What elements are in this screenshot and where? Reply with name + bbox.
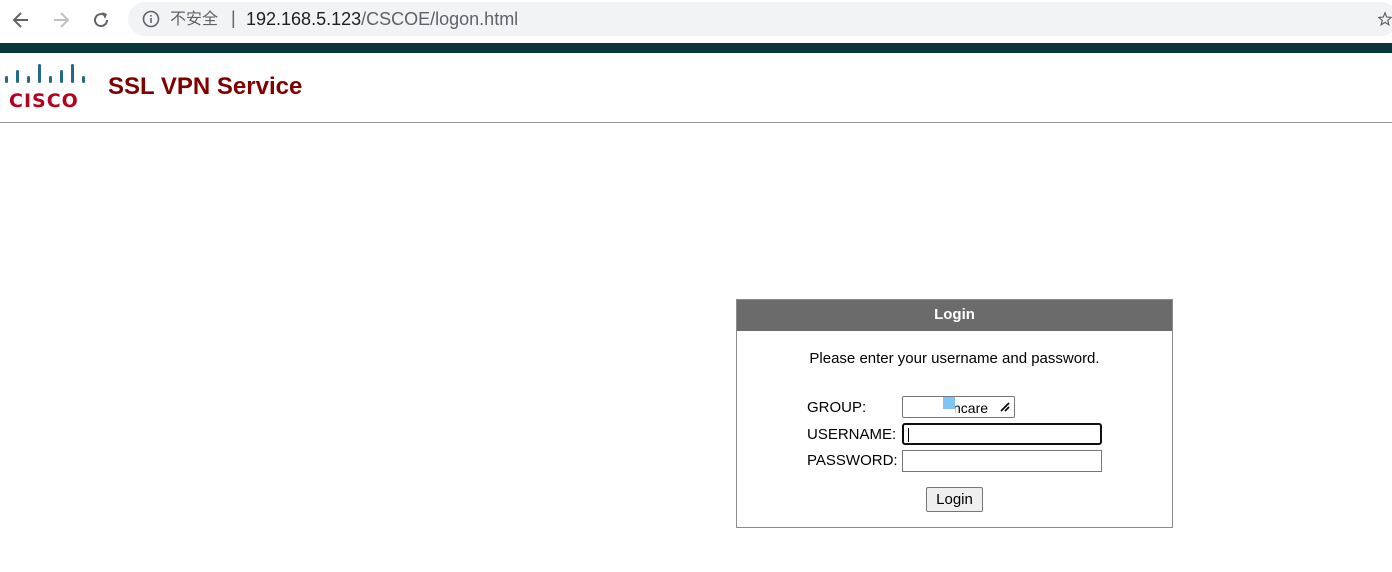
browser-toolbar: 不安全 | 192.168.5.123/CSCOE/logon.html	[0, 0, 1392, 42]
page-title: SSL VPN Service	[108, 73, 303, 100]
login-button[interactable]: Login	[926, 487, 983, 512]
bookmark-star-icon[interactable]	[1378, 10, 1392, 28]
group-label: GROUP:	[807, 399, 867, 416]
address-bar[interactable]: 不安全 | 192.168.5.123/CSCOE/logon.html	[128, 2, 1392, 36]
login-panel-title: Login	[737, 300, 1172, 331]
cisco-wordmark: CISCO	[9, 90, 79, 112]
info-icon[interactable]	[142, 10, 160, 28]
dropdown-arrow-icon	[1000, 402, 1010, 412]
back-button[interactable]	[7, 6, 35, 34]
group-selected-value: ncare	[953, 400, 989, 416]
security-status-label[interactable]: 不安全	[170, 9, 218, 29]
forward-button[interactable]	[47, 6, 75, 34]
page-header: CISCO SSL VPN Service	[0, 53, 1392, 123]
reload-button[interactable]	[87, 6, 115, 34]
url-path: /CSCOE/logon.html	[361, 9, 519, 29]
reload-icon	[94, 12, 109, 28]
cisco-logo: CISCO	[4, 63, 90, 115]
url-text[interactable]: 192.168.5.123/CSCOE/logon.html	[246, 9, 518, 29]
cisco-bridge-icon	[5, 64, 85, 83]
forward-arrow-icon	[54, 12, 70, 28]
text-caret	[908, 428, 909, 442]
login-panel: Login Please enter your username and pas…	[736, 299, 1173, 528]
group-select[interactable]: ncare	[902, 396, 1015, 418]
password-input[interactable]	[902, 450, 1102, 472]
header-band	[0, 43, 1392, 53]
redaction-mark	[943, 397, 955, 409]
url-separator: |	[231, 8, 236, 28]
login-instructions: Please enter your username and password.	[809, 350, 1100, 367]
username-label: USERNAME:	[807, 426, 897, 443]
url-host: 192.168.5.123	[246, 9, 362, 29]
back-arrow-icon	[12, 12, 28, 28]
username-input[interactable]	[902, 423, 1102, 445]
password-label: PASSWORD:	[807, 452, 898, 469]
